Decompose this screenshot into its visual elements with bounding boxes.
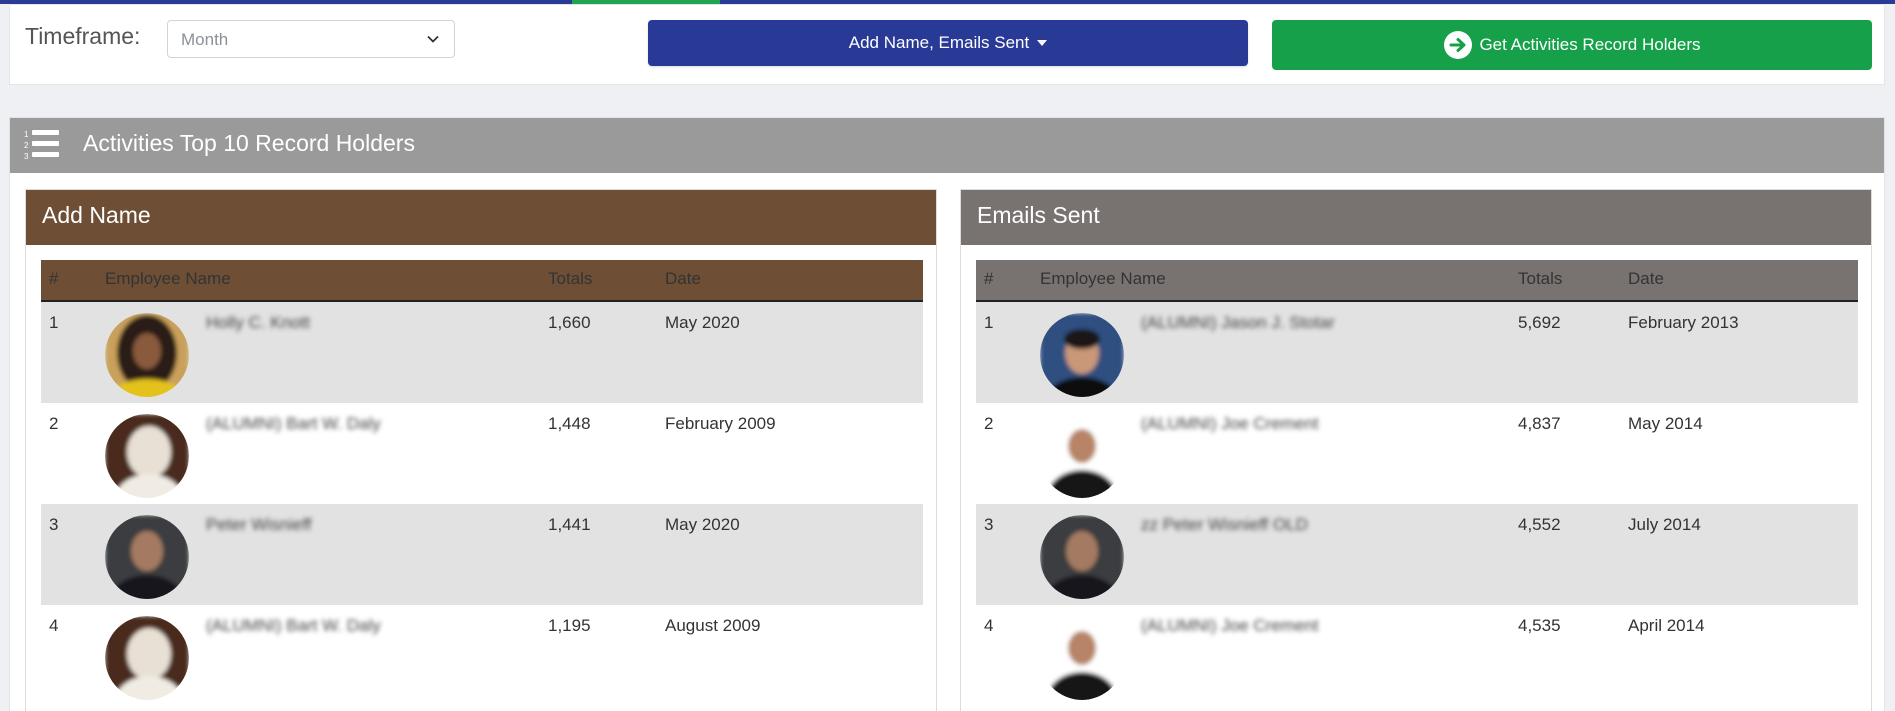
employee-cell: (ALUMNI) Jason J. Stotar	[1032, 301, 1510, 403]
date-cell: May 2020	[657, 301, 923, 403]
date-cell: August 2009	[657, 605, 923, 706]
rank-cell: 3	[976, 504, 1032, 605]
column-header-employee[interactable]: Employee Name	[1032, 260, 1510, 302]
employee-cell: zz Peter Wisnieff OLD	[1032, 504, 1510, 605]
rank-cell: 2	[976, 403, 1032, 504]
column-header-date[interactable]: Date	[657, 260, 923, 302]
get-record-holders-button[interactable]: Get Activities Record Holders	[1272, 20, 1872, 70]
column-header-employee[interactable]: Employee Name	[97, 260, 540, 302]
employee-cell: (ALUMNI) Joe Crement	[1032, 605, 1510, 706]
employee-cell: Peter Wisnieff	[97, 504, 540, 605]
column-header-totals[interactable]: Totals	[540, 260, 657, 302]
table-row: 3 zz Peter Wisnieff OLD 4,552 July 2014	[976, 504, 1858, 605]
add-name-table: # Employee Name Totals Date 1 Holly C. K…	[41, 260, 923, 706]
employee-cell: Holly C. Knott	[97, 301, 540, 403]
arrow-right-circle-icon	[1444, 31, 1473, 59]
totals-cell: 5,692	[1510, 301, 1620, 403]
date-cell: May 2020	[657, 504, 923, 605]
employee-name[interactable]: (ALUMNI) Joe Crement	[1141, 414, 1319, 434]
svg-text:1: 1	[24, 130, 29, 139]
totals-cell: 1,441	[540, 504, 657, 605]
employee-avatar	[105, 414, 189, 498]
svg-text:2: 2	[24, 141, 29, 150]
emails-sent-panel: Emails Sent # Employee Name Totals Date …	[960, 189, 1872, 711]
numbered-list-icon: 1 2 3	[24, 130, 59, 161]
chevron-down-icon	[427, 35, 439, 43]
employee-avatar	[105, 313, 189, 397]
table-row: 1 Holly C. Knott 1,660 May 2020	[41, 301, 923, 403]
timeframe-label: Timeframe:	[25, 23, 141, 49]
totals-cell: 1,195	[540, 605, 657, 706]
employee-avatar	[1040, 414, 1124, 498]
rank-cell: 4	[976, 605, 1032, 706]
employee-name[interactable]: Peter Wisnieff	[206, 515, 312, 535]
date-cell: July 2014	[1620, 504, 1858, 605]
get-record-holders-label: Get Activities Record Holders	[1479, 35, 1701, 54]
table-row: 4 (ALUMNI) Joe Crement 4,535 April 2014	[976, 605, 1858, 706]
add-name-panel-title: Add Name	[26, 190, 936, 245]
employee-avatar	[105, 515, 189, 599]
employee-avatar	[1040, 515, 1124, 599]
column-header-rank[interactable]: #	[41, 260, 97, 302]
employee-cell: (ALUMNI) Bart W. Daly	[97, 403, 540, 504]
table-header-row: # Employee Name Totals Date	[976, 260, 1858, 302]
table-header-row: # Employee Name Totals Date	[41, 260, 923, 302]
employee-name[interactable]: zz Peter Wisnieff OLD	[1141, 515, 1308, 535]
activities-dropdown-button[interactable]: Add Name, Emails Sent	[648, 20, 1248, 66]
employee-avatar	[105, 616, 189, 700]
totals-cell: 1,660	[540, 301, 657, 403]
employee-cell: (ALUMNI) Bart W. Daly	[97, 605, 540, 706]
table-row: 1 (ALUMNI) Jason J. Stotar 5,692 Februar…	[976, 301, 1858, 403]
emails-sent-panel-title: Emails Sent	[961, 190, 1871, 245]
totals-cell: 4,552	[1510, 504, 1620, 605]
timeframe-selected-value: Month	[181, 30, 229, 49]
table-row: 4 (ALUMNI) Bart W. Daly 1,195 August 200…	[41, 605, 923, 706]
employee-name[interactable]: (ALUMNI) Bart W. Daly	[206, 414, 381, 434]
record-holders-header: 1 2 3 Activities Top 10 Record Holders	[10, 118, 1884, 173]
employee-name[interactable]: Holly C. Knott	[206, 313, 310, 333]
table-row: 3 Peter Wisnieff 1,441 May 2020	[41, 504, 923, 605]
record-holders-card: 1 2 3 Activities Top 10 Record Holders A…	[9, 117, 1885, 711]
totals-cell: 4,837	[1510, 403, 1620, 504]
employee-name[interactable]: (ALUMNI) Joe Crement	[1141, 616, 1319, 636]
svg-text:3: 3	[24, 152, 29, 161]
table-row: 2 (ALUMNI) Bart W. Daly 1,448 February 2…	[41, 403, 923, 504]
column-header-rank[interactable]: #	[976, 260, 1032, 302]
timeframe-select[interactable]: Month	[167, 20, 455, 58]
column-header-totals[interactable]: Totals	[1510, 260, 1620, 302]
activities-dropdown-label: Add Name, Emails Sent	[848, 33, 1030, 52]
date-cell: February 2009	[657, 403, 923, 504]
date-cell: April 2014	[1620, 605, 1858, 706]
rank-cell: 4	[41, 605, 97, 706]
rank-cell: 3	[41, 504, 97, 605]
totals-cell: 1,448	[540, 403, 657, 504]
employee-avatar	[1040, 313, 1124, 397]
employee-avatar	[1040, 616, 1124, 700]
employee-cell: (ALUMNI) Joe Crement	[1032, 403, 1510, 504]
rank-cell: 1	[41, 301, 97, 403]
record-holders-title: Activities Top 10 Record Holders	[83, 130, 415, 156]
table-row: 2 (ALUMNI) Joe Crement 4,837 May 2014	[976, 403, 1858, 504]
filter-bar: Timeframe: Month Add Name, Emails Sent G…	[9, 4, 1885, 85]
date-cell: May 2014	[1620, 403, 1858, 504]
add-name-panel: Add Name # Employee Name Totals Date 1 H…	[25, 189, 937, 711]
date-cell: February 2013	[1620, 301, 1858, 403]
employee-name[interactable]: (ALUMNI) Jason J. Stotar	[1141, 313, 1335, 333]
emails-sent-table: # Employee Name Totals Date 1 (ALUMNI) J…	[976, 260, 1858, 706]
employee-name[interactable]: (ALUMNI) Bart W. Daly	[206, 616, 381, 636]
rank-cell: 1	[976, 301, 1032, 403]
column-header-date[interactable]: Date	[1620, 260, 1858, 302]
totals-cell: 4,535	[1510, 605, 1620, 706]
caret-down-icon	[1037, 40, 1048, 46]
rank-cell: 2	[41, 403, 97, 504]
